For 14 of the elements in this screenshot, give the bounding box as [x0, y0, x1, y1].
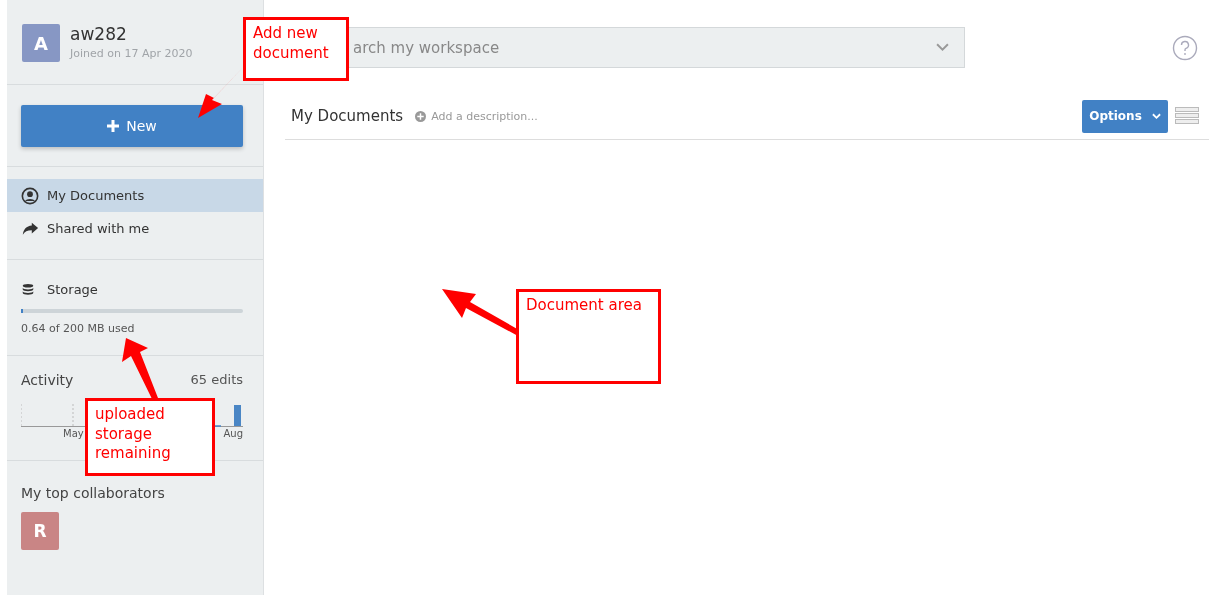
collaborators-title: My top collaborators: [21, 485, 165, 501]
annotation-tooltip: Document area: [516, 289, 661, 384]
section-title: My Documents: [291, 107, 404, 125]
month-label: May: [63, 428, 84, 441]
activity-title: Activity: [21, 372, 74, 388]
month-label: Aug: [223, 428, 243, 441]
annotation-tooltip: uploaded storage remaining: [85, 398, 215, 476]
storage-title: Storage: [47, 282, 98, 297]
join-date: Joined on 17 Apr 2020: [70, 47, 193, 60]
edit-count: 65 edits: [190, 372, 243, 388]
user-name: aw282: [70, 24, 128, 44]
annotation-tooltip: Add new document: [243, 17, 349, 81]
storage-reading: 0.64 of 200 MB used: [21, 322, 136, 335]
user-avatar: A: [22, 24, 60, 62]
